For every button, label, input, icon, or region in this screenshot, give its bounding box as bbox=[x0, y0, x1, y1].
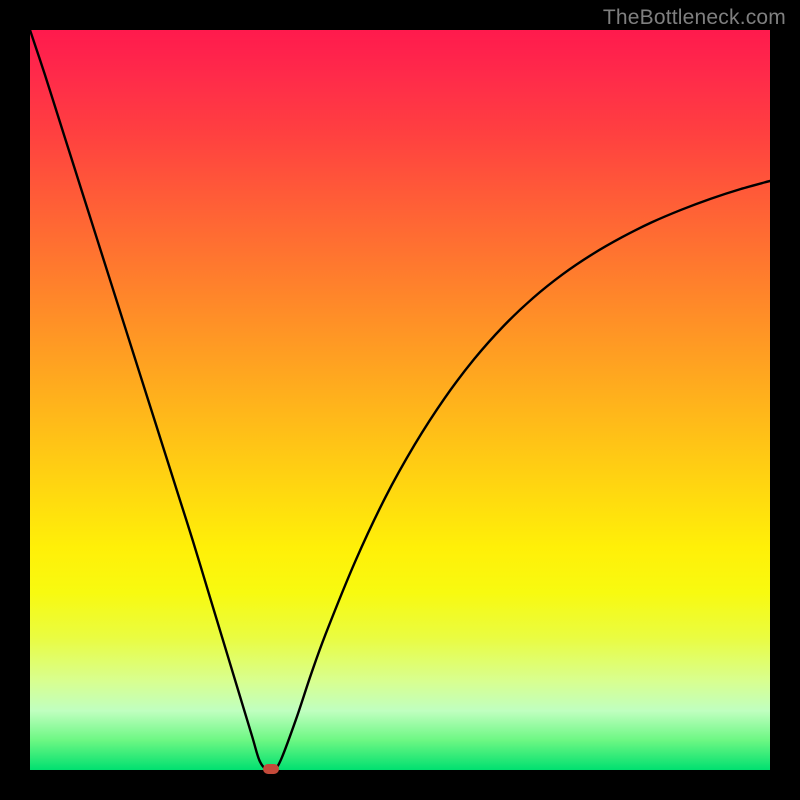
watermark-text: TheBottleneck.com bbox=[603, 6, 786, 30]
bottleneck-curve bbox=[30, 30, 770, 770]
chart-plot-area bbox=[30, 30, 770, 770]
curve-path bbox=[30, 30, 770, 770]
chart-frame: TheBottleneck.com bbox=[0, 0, 800, 800]
minimum-marker bbox=[263, 764, 279, 774]
